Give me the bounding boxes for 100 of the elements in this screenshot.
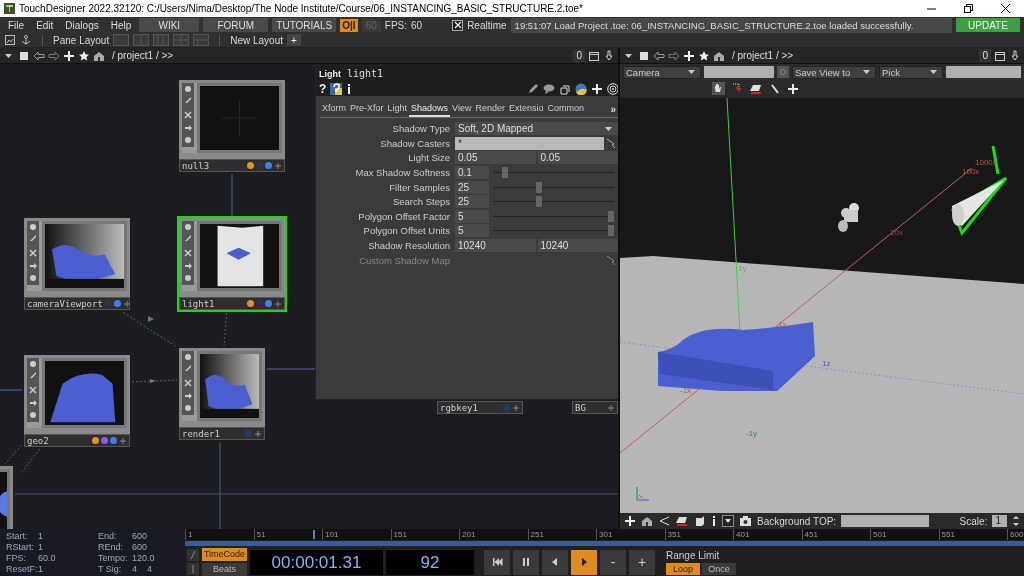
operator-node[interactable]: render1 — [177, 346, 267, 442]
parameter-tab[interactable]: Render — [473, 103, 507, 117]
save-view-dropdown[interactable]: Save View to — [792, 65, 876, 79]
operator-node[interactable]: cameraViewport — [22, 216, 132, 312]
number-field[interactable]: 25 — [455, 180, 489, 194]
back-arrow-icon[interactable] — [653, 49, 665, 62]
window-icon[interactable] — [994, 49, 1006, 62]
add-icon[interactable] — [624, 515, 636, 527]
flag-dot[interactable] — [256, 162, 263, 169]
frame-display[interactable]: 92 — [386, 549, 474, 575]
flag-dot[interactable] — [265, 300, 272, 307]
target-icon[interactable] — [607, 82, 618, 95]
operator-node[interactable]: null3 — [177, 78, 287, 174]
parameter-tab[interactable]: Extensio — [507, 103, 546, 117]
transport-button[interactable] — [542, 549, 568, 575]
anchor-icon[interactable] — [20, 34, 32, 46]
menu-item[interactable]: Edit — [32, 19, 58, 31]
menu-item[interactable]: File — [4, 19, 29, 31]
transport-button[interactable] — [484, 549, 510, 575]
forward-arrow-icon[interactable] — [668, 49, 680, 62]
download-icon[interactable] — [1009, 49, 1021, 62]
link-button[interactable]: FORUM — [203, 18, 269, 32]
select-icon[interactable] — [731, 82, 743, 95]
menu-item[interactable]: Dialogs — [61, 19, 103, 31]
info-icon[interactable] — [711, 515, 717, 527]
pick-field[interactable] — [946, 66, 1021, 78]
pick-dropdown[interactable]: Pick — [879, 65, 943, 79]
flag-dot[interactable] — [256, 300, 263, 307]
slider-handle[interactable] — [535, 181, 542, 193]
flag-dot[interactable] — [503, 404, 510, 411]
flag-dot[interactable] — [247, 300, 254, 307]
close-icon[interactable] — [1000, 3, 1011, 14]
number-field[interactable]: 5 — [455, 224, 489, 238]
bone-icon[interactable] — [769, 82, 781, 95]
number-field[interactable]: 0.1 — [455, 166, 489, 180]
add-icon[interactable] — [683, 49, 695, 62]
back-arrow-icon[interactable] — [33, 49, 45, 62]
home-icon[interactable] — [93, 49, 105, 62]
slash-icon[interactable] — [187, 549, 199, 561]
restore-icon[interactable] — [963, 3, 974, 14]
flag-dot[interactable] — [247, 162, 254, 169]
flag-dot[interactable] — [104, 300, 112, 307]
shadow-type-dropdown[interactable]: Soft, 2D Mapped — [455, 122, 618, 136]
slider-handle[interactable] — [502, 167, 509, 179]
operator-node[interactable]: BG — [570, 399, 618, 416]
share-icon[interactable] — [658, 515, 670, 527]
transport-button[interactable] — [513, 549, 539, 575]
number-field[interactable]: 0.05 — [455, 151, 536, 165]
dropdown-icon[interactable] — [722, 515, 734, 527]
range-mode-button[interactable]: Once — [702, 562, 736, 575]
perform-toggle[interactable]: O|I — [340, 18, 358, 32]
grid-icon[interactable] — [749, 82, 763, 95]
network-path[interactable]: / project1 / >> — [728, 50, 977, 61]
info-icon[interactable] — [346, 82, 353, 95]
flag-dot[interactable] — [101, 437, 108, 444]
stop-icon[interactable] — [18, 49, 30, 62]
window-icon[interactable] — [588, 49, 600, 62]
star-icon[interactable] — [78, 49, 90, 62]
slider-handle[interactable] — [608, 210, 614, 222]
hand-icon[interactable] — [712, 82, 725, 95]
transport-button[interactable] — [571, 549, 597, 575]
timecode-display[interactable]: 00:00:01.31 — [250, 549, 383, 575]
operator-node[interactable]: rgbkey1 — [435, 399, 525, 416]
flag-dot[interactable] — [110, 437, 117, 444]
scale-field[interactable]: 1 — [992, 515, 1007, 527]
transport-button[interactable]: - — [600, 549, 626, 575]
parameter-tab[interactable]: Shadows — [409, 103, 451, 117]
number-field[interactable]: 10240 — [455, 239, 536, 253]
number-field[interactable]: 25 — [455, 195, 489, 209]
camera-icon[interactable] — [739, 515, 752, 527]
add-layout-button[interactable]: + — [287, 34, 301, 46]
home-icon[interactable] — [641, 515, 653, 527]
flag-dot[interactable] — [92, 437, 99, 444]
network-path[interactable]: / project1 / >> — [108, 50, 571, 61]
parameter-tab[interactable]: Common — [545, 103, 587, 117]
menu-item[interactable]: Help — [106, 19, 136, 31]
playhead[interactable] — [312, 530, 315, 539]
comment-icon[interactable] — [543, 82, 555, 95]
flag-dot[interactable] — [113, 300, 121, 307]
home-icon[interactable] — [713, 49, 725, 62]
flag-dot[interactable] — [245, 430, 252, 437]
stop-icon[interactable] — [638, 49, 650, 62]
time-mode-button[interactable]: TimeCode — [202, 548, 247, 561]
forward-arrow-icon[interactable] — [48, 49, 60, 62]
parameter-tab[interactable]: Xform — [320, 103, 348, 117]
transport-button[interactable]: + — [629, 549, 655, 575]
camera-dropdown[interactable]: Camera — [623, 65, 701, 79]
realtime-checkbox[interactable] — [452, 19, 464, 31]
link-button[interactable]: WIKI — [139, 18, 200, 32]
star-icon[interactable] — [698, 49, 710, 62]
number-field[interactable]: 10240 — [537, 239, 618, 253]
parameter-tab[interactable]: Light — [385, 103, 410, 117]
add-icon[interactable] — [63, 49, 75, 62]
slider-handle[interactable] — [608, 225, 614, 237]
parameter-tab[interactable]: Pre-Xfor — [348, 103, 386, 117]
camera-name-field[interactable] — [704, 66, 774, 78]
spinner-icon[interactable] — [1012, 515, 1020, 527]
image-icon[interactable] — [4, 34, 16, 46]
number-field[interactable]: 5 — [455, 209, 489, 223]
text-field[interactable]: * — [455, 136, 604, 150]
